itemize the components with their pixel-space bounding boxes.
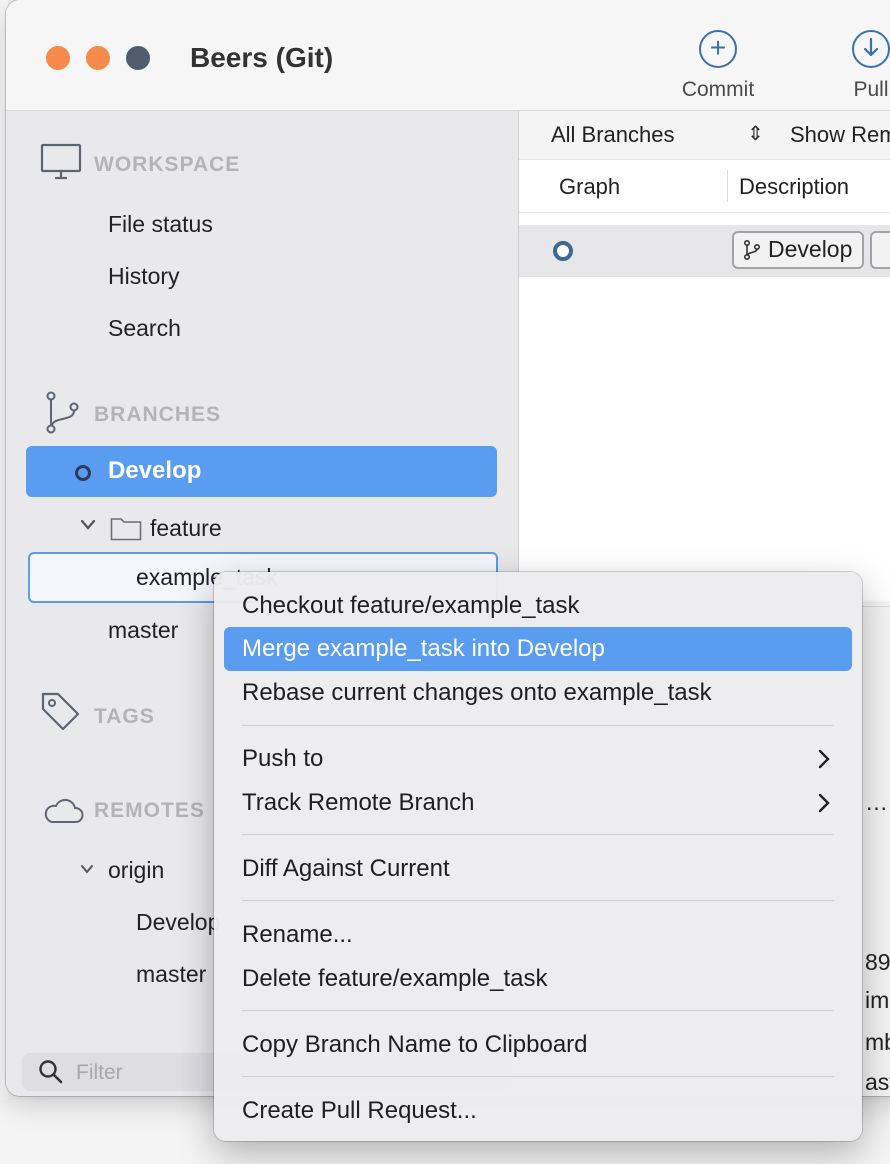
search-icon xyxy=(39,1060,63,1084)
menu-separator xyxy=(242,1010,834,1011)
tag-icon xyxy=(41,692,80,731)
commit-label: Commit xyxy=(681,78,755,101)
branch-scope-select[interactable]: All Branches xyxy=(551,122,675,148)
commit-button[interactable]: + Commit xyxy=(673,30,763,102)
menu-item-copy-branch-name[interactable]: Copy Branch Name to Clipboard xyxy=(224,1023,852,1067)
menu-item-label: Diff Against Current xyxy=(242,855,450,882)
log-toolbar: All Branches ⇕ Show Remote Branches xyxy=(519,111,890,160)
edge-text: 89 xyxy=(865,949,890,975)
branch-badge-label: Develop xyxy=(768,236,853,262)
updown-chevron-icon[interactable]: ⇕ xyxy=(747,121,764,146)
branch-folder-feature[interactable]: feature xyxy=(150,515,222,542)
menu-item-merge[interactable]: Merge example_task into Develop xyxy=(224,627,852,671)
branch-badge-develop: Develop xyxy=(732,231,864,269)
menu-item-diff[interactable]: Diff Against Current xyxy=(224,847,852,891)
menu-separator xyxy=(242,900,834,901)
remote-origin[interactable]: origin xyxy=(108,857,164,884)
branch-icon xyxy=(744,240,761,260)
menu-item-label: Merge example_task into Develop xyxy=(242,635,605,662)
remotes-header: REMOTES xyxy=(94,799,205,822)
log-column-header: Graph Description xyxy=(519,160,890,213)
chevron-down-icon[interactable] xyxy=(80,519,96,531)
menu-item-push-to[interactable]: Push to xyxy=(224,737,852,781)
menu-item-label: Checkout feature/example_task xyxy=(242,592,580,619)
remote-branch-develop[interactable]: Develop xyxy=(136,909,220,936)
edge-text: mb xyxy=(865,1029,890,1055)
plus-icon: + xyxy=(699,30,737,68)
window-title: Beers (Git) xyxy=(190,42,334,73)
menu-item-delete[interactable]: Delete feature/example_task xyxy=(224,957,852,1001)
column-divider[interactable] xyxy=(727,170,728,202)
sidebar-item-search[interactable]: Search xyxy=(108,315,181,342)
menu-item-rename[interactable]: Rename... xyxy=(224,913,852,957)
sidebar-item-history[interactable]: History xyxy=(108,263,180,290)
commit-row[interactable]: Develop xyxy=(519,225,890,277)
branch-icon xyxy=(46,391,79,434)
folder-icon xyxy=(110,518,142,541)
menu-item-label: Copy Branch Name to Clipboard xyxy=(242,1031,588,1058)
branch-develop-selected[interactable]: Develop xyxy=(26,446,497,497)
zoom-window-button[interactable] xyxy=(126,46,150,70)
pull-button[interactable]: Pull xyxy=(826,30,890,102)
branch-badge-secondary xyxy=(870,231,890,269)
current-branch-indicator-icon xyxy=(75,465,91,481)
edge-text: im xyxy=(865,987,890,1013)
menu-item-label: Delete feature/example_task xyxy=(242,965,548,992)
branch-master[interactable]: master xyxy=(108,617,178,644)
title-bar: Beers (Git) + Commit Pull xyxy=(6,0,890,111)
monitor-icon xyxy=(40,143,82,180)
edge-text: ast xyxy=(865,1069,890,1095)
menu-separator xyxy=(242,725,834,726)
workspace-header: WORKSPACE xyxy=(94,153,241,176)
chevron-right-icon xyxy=(818,793,830,813)
edge-text: … xyxy=(865,789,888,815)
branch-context-menu: Checkout feature/example_task Merge exam… xyxy=(214,572,862,1141)
menu-item-label: Rename... xyxy=(242,921,353,948)
pull-label: Pull xyxy=(853,78,889,101)
close-window-button[interactable] xyxy=(46,46,70,70)
menu-separator xyxy=(242,1076,834,1077)
menu-item-label: Create Pull Request... xyxy=(242,1097,477,1124)
column-graph[interactable]: Graph xyxy=(559,174,620,200)
menu-separator xyxy=(242,834,834,835)
branches-header: BRANCHES xyxy=(94,403,222,426)
menu-item-label: Track Remote Branch xyxy=(242,789,475,816)
cloud-icon xyxy=(44,798,84,823)
menu-item-rebase[interactable]: Rebase current changes onto example_task xyxy=(224,671,852,715)
minimize-window-button[interactable] xyxy=(86,46,110,70)
arrow-down-icon xyxy=(852,30,890,68)
menu-item-label: Push to xyxy=(242,745,324,772)
tags-header: TAGS xyxy=(94,705,155,728)
chevron-down-icon[interactable] xyxy=(80,864,94,874)
column-description[interactable]: Description xyxy=(739,174,849,200)
menu-item-label: Rebase current changes onto example_task xyxy=(242,679,712,706)
commit-node-icon xyxy=(553,241,573,261)
menu-item-checkout[interactable]: Checkout feature/example_task xyxy=(224,584,852,628)
show-remote-branches-toggle[interactable]: Show Remote Branches xyxy=(790,122,890,148)
menu-item-track-remote[interactable]: Track Remote Branch xyxy=(224,781,852,825)
sidebar-item-file-status[interactable]: File status xyxy=(108,211,213,238)
chevron-right-icon xyxy=(818,749,830,769)
menu-item-create-pull-request[interactable]: Create Pull Request... xyxy=(224,1089,852,1133)
branch-develop-label: Develop xyxy=(108,457,202,484)
remote-branch-master[interactable]: master xyxy=(136,961,206,988)
